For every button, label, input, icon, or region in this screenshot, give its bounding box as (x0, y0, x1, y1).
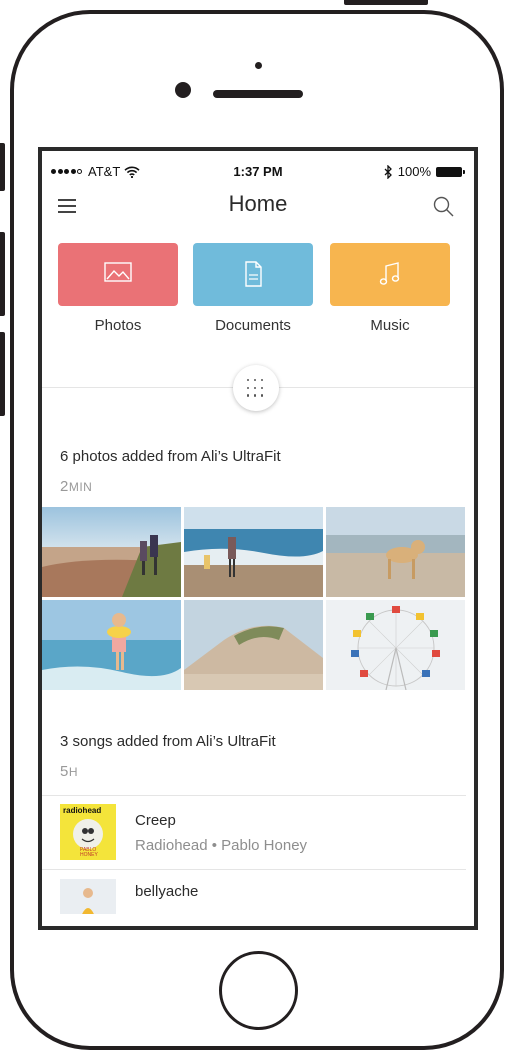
album-art (60, 879, 116, 914)
power-button (344, 0, 428, 5)
photo-thumbnail[interactable] (184, 600, 323, 690)
image-icon (104, 262, 132, 282)
photo-grid (42, 507, 466, 693)
grid-menu-button[interactable] (233, 365, 279, 411)
mute-switch (0, 143, 5, 191)
grid-dots-icon (247, 379, 265, 397)
photos-activity-title: 6 photos added from Ali’s UltraFit (60, 448, 281, 465)
earpiece-speaker (213, 90, 303, 98)
photos-tile[interactable] (58, 243, 178, 306)
music-note-icon (379, 262, 400, 285)
search-icon[interactable] (432, 195, 456, 219)
song-row[interactable]: bellyache (42, 875, 466, 926)
music-tile[interactable] (330, 243, 450, 306)
song-list-divider (42, 869, 466, 870)
status-indicators: 100% (384, 164, 465, 179)
music-label[interactable]: Music (320, 317, 460, 334)
photo-thumbnail[interactable] (42, 507, 181, 597)
front-camera (175, 82, 191, 98)
album-art: radiohead PABLO HONEY (60, 804, 116, 860)
photo-thumbnail[interactable] (184, 507, 323, 597)
home-button[interactable] (219, 951, 298, 1030)
photo-thumbnail[interactable] (326, 507, 465, 597)
document-icon (245, 261, 262, 287)
song-title: Creep (135, 812, 176, 829)
page-title: Home (228, 191, 288, 216)
bluetooth-icon (384, 164, 392, 179)
songs-activity-title: 3 songs added from Ali’s UltraFit (60, 733, 276, 750)
photo-thumbnail[interactable] (42, 600, 181, 690)
documents-tile[interactable] (193, 243, 313, 306)
app-screen: AT&T 1:37 PM 100% Home Photos Documents … (38, 147, 478, 930)
proximity-sensor (255, 62, 262, 69)
song-subtitle: Radiohead • Pablo Honey (135, 837, 308, 854)
song-list-divider (42, 795, 466, 796)
photos-label[interactable]: Photos (48, 317, 188, 334)
documents-label[interactable]: Documents (183, 317, 323, 334)
album-band-text: radiohead (63, 806, 102, 815)
status-bar: AT&T 1:37 PM 100% (42, 151, 474, 187)
song-title: bellyache (135, 883, 199, 900)
battery-percent: 100% (397, 164, 431, 179)
songs-activity-time: 5H (60, 763, 79, 780)
song-row[interactable]: radiohead PABLO HONEY Creep Radiohead • … (42, 801, 466, 861)
nav-bar: Home (42, 187, 474, 227)
battery-icon (436, 166, 465, 177)
photos-activity-time: 2MIN (60, 478, 93, 495)
photo-thumbnail[interactable] (326, 600, 465, 690)
volume-down-button (0, 332, 5, 416)
volume-up-button (0, 232, 5, 316)
album-title-text: PABLO HONEY (80, 847, 98, 858)
